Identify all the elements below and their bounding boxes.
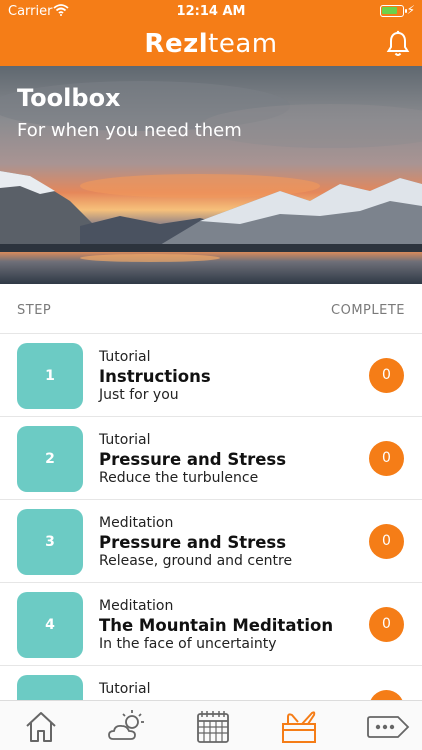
step-name: Instructions [99, 367, 211, 386]
step-type: Meditation [99, 598, 174, 614]
step-description: In the face of uncertainty [99, 636, 277, 652]
hero-banner: Toolbox For when you need them [0, 66, 422, 284]
battery-icon [380, 5, 407, 17]
home-icon [26, 712, 56, 742]
list-item[interactable]: 3 Meditation Pressure and Stress Release… [0, 500, 422, 583]
page-title: Toolbox [17, 84, 121, 112]
step-type: Tutorial [99, 681, 151, 697]
tab-home[interactable] [11, 707, 71, 747]
list-item[interactable]: 2 Tutorial Pressure and Stress Reduce th… [0, 417, 422, 500]
notification-bell-icon[interactable] [386, 30, 410, 58]
weather-icon [108, 710, 144, 740]
more-icon [367, 716, 410, 738]
step-number-tile: 5 [17, 675, 83, 700]
completion-count-badge: 0 [369, 690, 404, 700]
step-name: The Mountain Meditation [99, 616, 334, 635]
step-type: Meditation [99, 515, 174, 531]
step-type: Tutorial [99, 349, 151, 365]
list-item[interactable]: 1 Tutorial Instructions Just for you 0 [0, 334, 422, 417]
status-time: 12:14 AM [176, 4, 246, 19]
step-number-tile: 2 [17, 426, 83, 492]
column-step: STEP [17, 303, 52, 318]
step-name: Pressure and Stress [99, 450, 287, 469]
step-type: Tutorial [99, 432, 151, 448]
toolbox-step-list[interactable]: 1 Tutorial Instructions Just for you 0 2… [0, 334, 422, 700]
list-item[interactable]: 4 Meditation The Mountain Meditation In … [0, 583, 422, 666]
completion-count-badge: 0 [369, 524, 404, 559]
completion-count-badge: 0 [369, 358, 404, 393]
step-description: Release, ground and centre [99, 553, 293, 569]
brand-part2: team [208, 29, 278, 59]
completion-count-badge: 0 [369, 607, 404, 642]
charging-icon: ⚡ [406, 3, 415, 17]
column-complete: COMPLETE [331, 303, 405, 318]
calendar-icon [197, 711, 229, 743]
tab-toolbox[interactable] [268, 707, 328, 747]
status-bar: Carrier 12:14 AM ⚡ [0, 0, 422, 22]
tab-calendar[interactable] [183, 707, 243, 747]
step-name: Pressure and Stress [99, 533, 287, 552]
list-item[interactable]: 5 Tutorial 0 [0, 666, 422, 700]
list-column-headers: STEP COMPLETE [0, 284, 422, 334]
brand-part1: Rezl [144, 29, 209, 59]
step-description: Reduce the turbulence [99, 470, 259, 486]
toolbox-icon [282, 711, 316, 743]
tab-more[interactable] [354, 707, 414, 747]
bottom-tab-bar [0, 700, 422, 750]
step-number-tile: 4 [17, 592, 83, 658]
brand-logo: Rezlteam [0, 28, 422, 60]
step-description: Just for you [99, 387, 179, 403]
step-number-tile: 1 [17, 343, 83, 409]
page-subtitle: For when you need them [17, 120, 242, 141]
step-number-tile: 3 [17, 509, 83, 575]
header-bar: Carrier 12:14 AM ⚡ Rezlteam [0, 0, 422, 66]
tab-weather[interactable] [95, 707, 155, 747]
completion-count-badge: 0 [369, 441, 404, 476]
